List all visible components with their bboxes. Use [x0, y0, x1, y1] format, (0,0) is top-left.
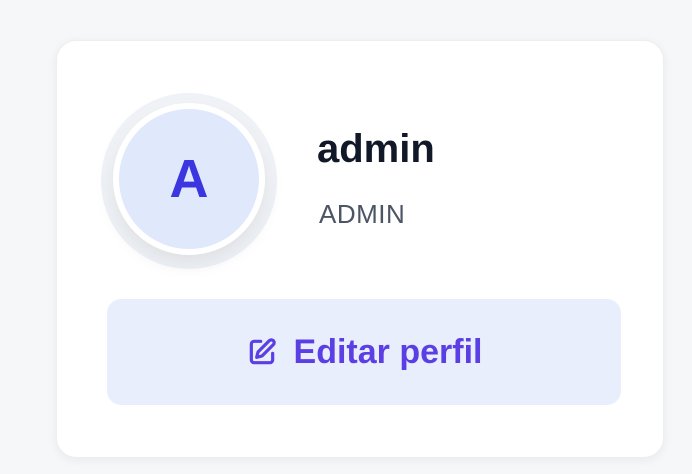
user-role: ADMIN: [319, 199, 406, 229]
avatar: A: [113, 103, 265, 255]
avatar-initial: A: [169, 149, 209, 209]
edit-icon: [246, 336, 278, 368]
edit-profile-label: Editar perfil: [293, 332, 483, 371]
edit-profile-button[interactable]: Editar perfil: [107, 299, 621, 405]
user-name: admin: [317, 127, 435, 171]
profile-card: A admin ADMIN Editar perfil: [56, 40, 664, 458]
